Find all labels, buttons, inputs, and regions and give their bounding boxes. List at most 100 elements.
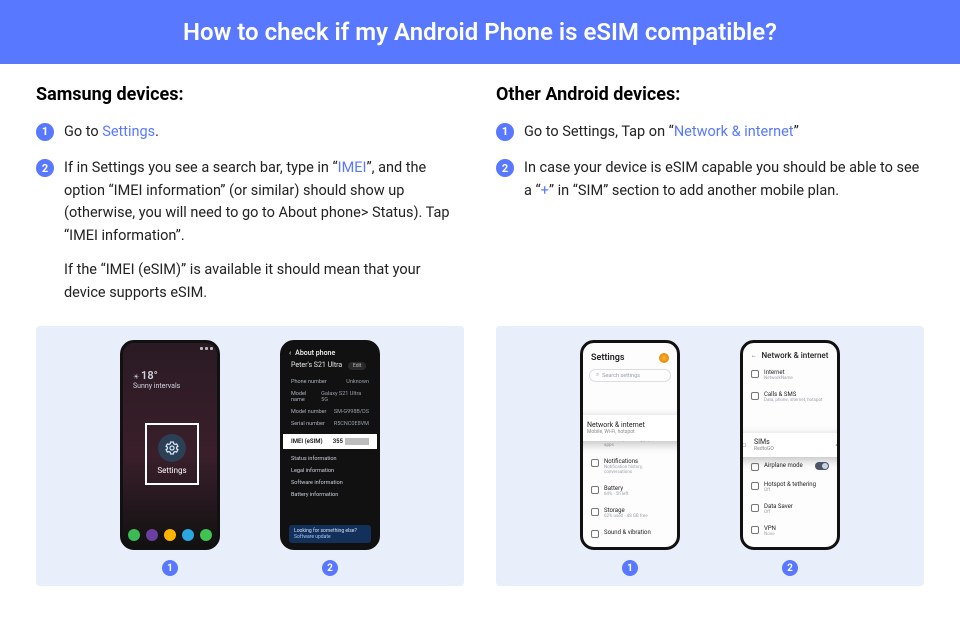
item-icon — [591, 508, 599, 516]
weather-widget: ☀ 18° Sunny intervals — [133, 369, 217, 390]
step-text-pre: Go to — [64, 123, 102, 140]
settings-title: Settings — [591, 353, 625, 363]
item-icon — [751, 526, 759, 534]
item-icon — [751, 548, 759, 550]
step-extra-text: If the “IMEI (eSIM)” is available it sho… — [64, 259, 464, 304]
airplane-toggle — [815, 462, 829, 470]
about-phone-header: ‹ About phone — [283, 343, 377, 359]
step-text-post: ” in “SIM” section to add another mobile… — [549, 182, 839, 199]
list-item: InternetNetworkName — [743, 364, 837, 386]
shot-number: 1 — [162, 560, 178, 576]
phone-mock-network-internet: ← Network & internet InternetNetworkName… — [740, 340, 840, 550]
other-column: Other Android devices: 1 Go to Settings,… — [496, 84, 924, 318]
banner-title: How to check if my Android Phone is eSIM… — [183, 18, 777, 46]
info-row: Serial numberR5CNC0E8VM — [283, 418, 377, 430]
network-internet-link[interactable]: Network & internet — [674, 123, 794, 140]
step-text-post: . — [155, 123, 159, 140]
sim-icon: ▭ — [740, 441, 748, 449]
settings-link[interactable]: Settings — [102, 123, 155, 140]
about-phone-title: About phone — [295, 349, 335, 357]
instruction-columns: Samsung devices: 1 Go to Settings. 2 If … — [0, 64, 960, 318]
network-header: ← Network & internet — [743, 343, 837, 364]
shot-number: 2 — [322, 560, 338, 576]
weather-icon: ☀ — [133, 373, 139, 381]
wifi-icon: ᐱ — [580, 424, 581, 432]
plus-icon: + — [835, 438, 840, 452]
imei-esim-highlight: IMEI (eSIM) 355 — [283, 434, 377, 449]
info-row: Model nameGalaxy S21 Ultra 5G — [283, 388, 377, 406]
other-step-2: 2 In case your device is eSIM capable yo… — [496, 157, 924, 202]
phone-mock-settings-list: Settings ⌕ Search settings ᐱ Network & i… — [580, 340, 680, 550]
item-icon — [591, 486, 599, 494]
callout-title: Network & internet — [587, 421, 645, 429]
status-bar — [123, 343, 217, 353]
step-text-post: ” — [794, 123, 799, 140]
info-section: Status information — [283, 453, 377, 465]
callout-sub: Mobile, Wi-Fi, hotspot — [587, 429, 645, 435]
step-body: If in Settings you see a search bar, typ… — [64, 157, 464, 304]
list-item: Calls & SMSData, phone, internet, hotspo… — [743, 386, 837, 408]
imei-label: IMEI (eSIM) — [291, 438, 323, 445]
back-icon: ‹ — [289, 349, 291, 357]
info-section: Software information — [283, 477, 377, 489]
item-icon — [751, 463, 759, 471]
info-row: Model numberSM-G998B/DS — [283, 406, 377, 418]
step-text-pre: Go to Settings, Tap on “ — [524, 123, 674, 140]
search-icon: ⌕ — [596, 372, 599, 379]
edit-badge: Edit — [348, 362, 366, 370]
samsung-column: Samsung devices: 1 Go to Settings. 2 If … — [36, 84, 464, 318]
list-item: VPNNone — [743, 520, 837, 542]
item-icon — [751, 370, 759, 378]
item-icon — [591, 530, 599, 538]
plus-link[interactable]: + — [541, 182, 549, 199]
step-text-pre: If in Settings you see a search bar, typ… — [64, 159, 338, 176]
app-dock — [123, 529, 217, 541]
avatar-icon — [659, 353, 669, 363]
samsung-gallery: ☀ 18° Sunny intervals Settings 1 — [36, 326, 464, 586]
samsung-shot-2: ‹ About phone Peter's S21 Ultra Edit Pho… — [280, 340, 380, 576]
imei-masked — [345, 438, 369, 445]
other-gallery: Settings ⌕ Search settings ᐱ Network & i… — [496, 326, 924, 586]
other-step-1: 1 Go to Settings, Tap on “Network & inte… — [496, 121, 924, 143]
item-icon — [751, 504, 759, 512]
footer-link: Software update — [294, 534, 366, 540]
step-number: 1 — [496, 123, 514, 141]
search-placeholder: Search settings — [602, 373, 640, 379]
item-icon — [751, 482, 759, 490]
shot-number: 1 — [622, 560, 638, 576]
step-number: 1 — [36, 123, 54, 141]
gear-icon — [158, 434, 186, 462]
step-body: In case your device is eSIM capable you … — [524, 157, 924, 202]
gallery-row: ☀ 18° Sunny intervals Settings 1 — [0, 318, 960, 586]
callout-title: SIMs — [754, 438, 770, 446]
step-number: 2 — [496, 159, 514, 177]
item-icon — [751, 392, 759, 400]
phone-mock-about-phone: ‹ About phone Peter's S21 Ultra Edit Pho… — [280, 340, 380, 550]
list-item: Airplane mode — [743, 457, 837, 476]
samsung-heading: Samsung devices: — [36, 84, 464, 105]
samsung-shot-1: ☀ 18° Sunny intervals Settings 1 — [120, 340, 220, 576]
list-item: Private DNS — [743, 542, 837, 550]
list-item: Storage62% used - 48 GB free — [583, 502, 677, 524]
other-heading: Other Android devices: — [496, 84, 924, 105]
samsung-step-1: 1 Go to Settings. — [36, 121, 464, 143]
item-icon — [591, 459, 599, 467]
weather-sub: Sunny intervals — [133, 382, 217, 390]
imei-link[interactable]: IMEI — [338, 159, 367, 176]
step-body: Go to Settings, Tap on “Network & intern… — [524, 121, 924, 143]
settings-title-row: Settings — [583, 343, 677, 367]
step-number: 2 — [36, 159, 54, 177]
search-settings-field: ⌕ Search settings — [589, 369, 671, 382]
network-title: Network & internet — [762, 351, 829, 360]
tips-footer: Looking for something else? Software upd… — [289, 525, 371, 543]
settings-label: Settings — [157, 466, 186, 475]
list-item: Data SaverOff — [743, 498, 837, 520]
list-item: Hotspot & tetheringOff — [743, 476, 837, 498]
network-internet-callout: ᐱ Network & internet Mobile, Wi-Fi, hots… — [580, 415, 680, 441]
phone-mock-samsung-home: ☀ 18° Sunny intervals Settings — [120, 340, 220, 550]
device-name-row: Peter's S21 Ultra Edit — [283, 359, 377, 376]
shot-number: 2 — [782, 560, 798, 576]
back-icon: ← — [751, 353, 757, 359]
callout-sub: RedtoGO — [754, 446, 774, 452]
info-row: Phone numberUnknown — [283, 376, 377, 388]
